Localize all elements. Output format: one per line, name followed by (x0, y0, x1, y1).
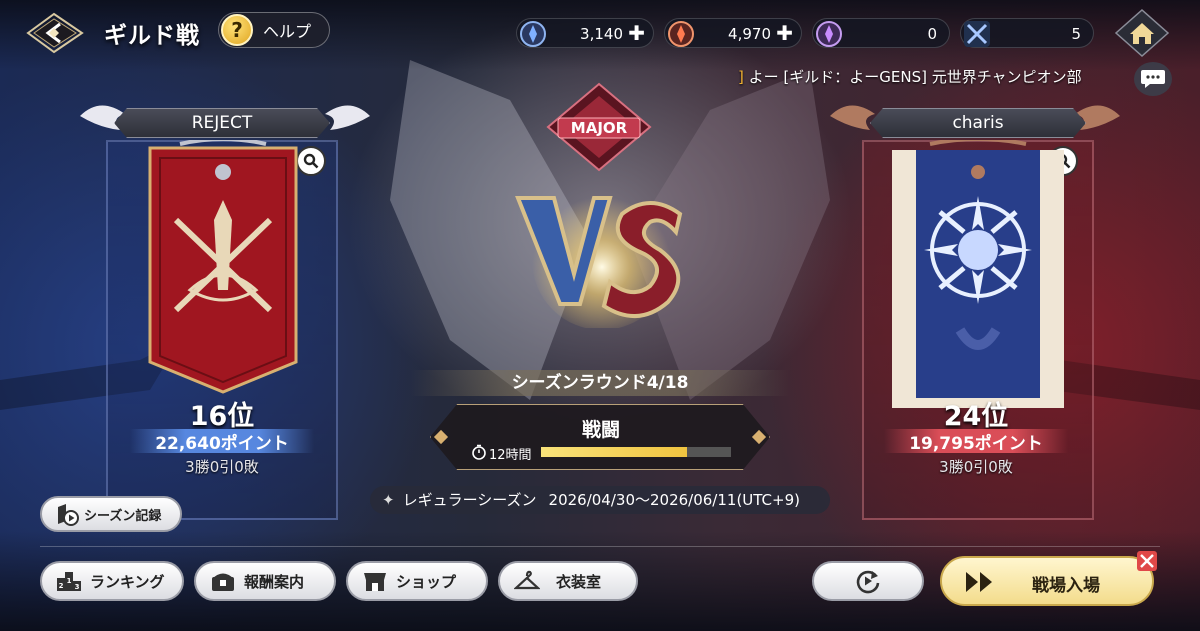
purple-gem-count: 0 (927, 25, 937, 43)
chat-ticker: ] よー [ギルド：よーGENS] 元世界チャンピオン部 (738, 66, 1128, 92)
crossed-swords-notification-icon (1137, 551, 1157, 571)
battle-progress-bar (541, 447, 731, 457)
podium-icon: 2 1 3 (57, 572, 81, 591)
shop-button[interactable]: ショップ (346, 561, 488, 601)
left-guild-points: 22,640ポイント (130, 429, 314, 454)
back-arrow-icon (26, 12, 84, 54)
currency-red-gem: 4,970 ✚ (664, 18, 802, 48)
double-arrow-icon (966, 572, 992, 592)
season-info: ✦ レギュラーシーズン 2026/04/30～2026/06/11(UTC+9) (370, 486, 830, 514)
home-button[interactable] (1114, 8, 1170, 58)
currency-blue-gem: 3,140 ✚ (516, 18, 654, 48)
season-record-button[interactable]: シーズン記録 (40, 496, 182, 532)
svg-text:2: 2 (59, 582, 64, 590)
season-dates: 2026/04/30～2026/06/11(UTC+9) (548, 491, 800, 509)
add-red-gem-button[interactable]: ✚ (776, 22, 793, 44)
sparkle-icon: ✦ (382, 491, 395, 509)
treasure-chest-icon (212, 573, 234, 591)
enter-battlefield-label: 戦場入場 (1032, 576, 1100, 596)
record-play-icon (58, 504, 79, 526)
replay-icon (856, 570, 880, 594)
red-gem-count: 4,970 (728, 25, 771, 43)
ranking-label: ランキング (90, 572, 165, 591)
stopwatch-icon (472, 444, 486, 460)
right-guild-record: 3勝0引0敗 (939, 458, 1013, 476)
svg-text:1: 1 (67, 577, 72, 585)
battle-timer: 12時間 (489, 448, 532, 463)
red-gem-icon (668, 21, 694, 47)
left-guild-rank: 16位 (189, 401, 255, 432)
home-icon (1114, 8, 1170, 58)
ranking-button[interactable]: 2 1 3 ランキング (40, 561, 184, 601)
crossed-swords-icon (964, 21, 990, 47)
svg-text:3: 3 (75, 583, 80, 591)
major-badge-text: MAJOR (571, 119, 628, 137)
left-guild-banner (148, 140, 298, 394)
hanger-icon (514, 570, 540, 590)
back-button[interactable] (24, 10, 86, 56)
blue-gem-count: 3,140 (580, 25, 623, 43)
season-round: シーズンラウンド4/18 (410, 370, 790, 396)
chat-button[interactable] (1134, 62, 1172, 96)
help-label: ヘルプ (263, 22, 312, 41)
wardrobe-label: 衣装室 (556, 572, 602, 591)
right-guild-name: charis (870, 108, 1086, 138)
wardrobe-button[interactable]: 衣装室 (498, 561, 638, 601)
vs-emblem (515, 190, 683, 328)
season-type: レギュラーシーズン (402, 491, 537, 509)
major-league-badge: MAJOR (546, 82, 652, 172)
replay-button[interactable] (812, 561, 924, 601)
blue-gem-icon (520, 21, 546, 47)
chat-bubble-icon (1141, 70, 1165, 88)
enter-battlefield-button[interactable]: 戦場入場 (940, 551, 1157, 606)
page-title: ギルド戦 (104, 23, 200, 49)
bottom-divider (40, 546, 1160, 547)
battle-status-panel: 戦闘 12時間 (430, 404, 770, 470)
left-guild-record: 3勝0引0敗 (185, 458, 259, 476)
battle-phase-label: 戦闘 (581, 419, 620, 441)
swords-count: 5 (1071, 25, 1081, 43)
shop-icon (364, 573, 386, 591)
add-blue-gem-button[interactable]: ✚ (628, 22, 645, 44)
rewards-info-button[interactable]: 報酬案内 (194, 561, 336, 601)
battle-progress-fill (541, 447, 688, 457)
rewards-info-label: 報酬案内 (244, 572, 305, 591)
right-guild-banner (892, 140, 1064, 408)
right-guild-points: 19,795ポイント (884, 429, 1068, 454)
question-icon: ? (221, 14, 253, 46)
season-record-label: シーズン記録 (84, 508, 162, 524)
help-button[interactable]: ? ヘルプ (218, 12, 330, 48)
right-guild-rank: 24位 (943, 401, 1009, 432)
left-guild-name: REJECT (114, 108, 330, 138)
purple-gem-icon (816, 21, 842, 47)
currency-swords: 5 (960, 18, 1094, 48)
shop-label: ショップ (396, 572, 457, 591)
currency-purple-gem: 0 (812, 18, 950, 48)
ticker-text: よー [ギルド：よーGENS] 元世界チャンピオン部 (743, 68, 1082, 86)
